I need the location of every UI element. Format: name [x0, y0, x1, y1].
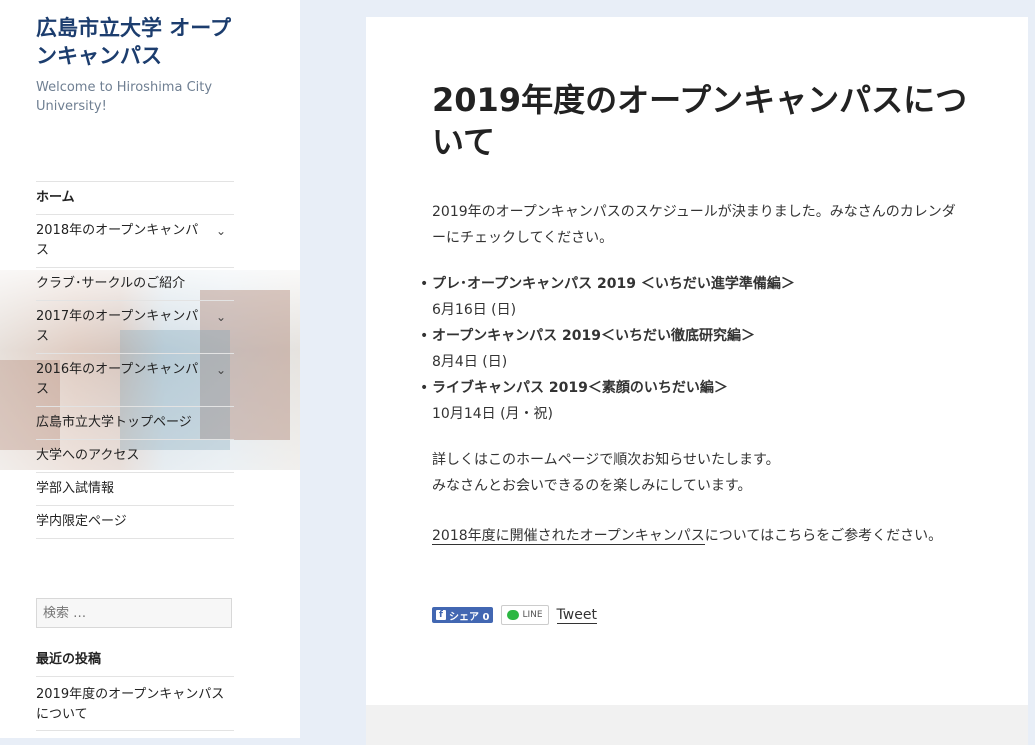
search-input[interactable] — [36, 598, 232, 628]
nav-item-label: 広島市立大学トップページ — [36, 415, 192, 430]
notice-line-1: 詳しくはこのホームページで順次お知らせいたします。 — [432, 452, 780, 468]
list-item: • オープンキャンパス 2019＜いちだい徹底研究編＞ 8月4日 (日) — [420, 323, 962, 375]
facebook-icon: f — [436, 610, 446, 620]
event-date: 10月14日 (月・祝) — [432, 406, 554, 422]
bullet: • — [420, 276, 429, 292]
main-navigation: ホーム 2018年のオープンキャンパス ⌄ クラブ･サークルのご紹介 2017年… — [36, 181, 234, 539]
nav-item-label: 大学へのアクセス — [36, 448, 140, 463]
event-title: オープンキャンパス 2019＜いちだい徹底研究編＞ — [432, 328, 755, 344]
facebook-share-label: シェア 0 — [449, 611, 490, 623]
nav-item-home[interactable]: ホーム — [36, 182, 234, 215]
chevron-down-icon[interactable]: ⌄ — [216, 360, 226, 380]
nav-item-university-top[interactable]: 広島市立大学トップページ — [36, 407, 234, 440]
event-date: 8月4日 (日) — [432, 354, 508, 370]
nav-item-2016-open-campus[interactable]: 2016年のオープンキャンパス ⌄ — [36, 354, 234, 407]
facebook-share-button[interactable]: f シェア 0 — [432, 607, 494, 623]
nav-item-access[interactable]: 大学へのアクセス — [36, 440, 234, 473]
nav-item-label: 2016年のオープンキャンパス — [36, 362, 199, 397]
site-title[interactable]: 広島市立大学 オープンキャンパス — [36, 14, 236, 70]
nav-item-2018-open-campus[interactable]: 2018年のオープンキャンパス ⌄ — [36, 215, 234, 268]
nav-item-label: 2017年のオープンキャンパス — [36, 309, 199, 344]
nav-item-label: 学部入試情報 — [36, 481, 115, 496]
nav-item-2017-open-campus[interactable]: 2017年のオープンキャンパス ⌄ — [36, 301, 234, 354]
reference-paragraph: 2018年度に開催されたオープンキャンパスについてはこちらをご参考ください。 — [432, 523, 962, 549]
nav-item-label: 学内限定ページ — [36, 514, 127, 529]
event-list: • プレ･オープンキャンパス 2019 ＜いちだい進学準備編＞ 6月16日 (日… — [420, 271, 962, 427]
event-title: ライブキャンパス 2019＜素顔のいちだい編＞ — [432, 380, 728, 396]
nav-item-label: ホーム — [36, 190, 75, 205]
page-title: 2019年度のオープンキャンパスについて — [432, 81, 968, 161]
article-content: 2019年のオープンキャンパスのスケジュールが決まりました。みなさんのカレンダー… — [420, 199, 962, 549]
line-icon — [507, 610, 520, 620]
chevron-down-icon[interactable]: ⌄ — [216, 221, 226, 241]
bullet: • — [420, 380, 429, 396]
bullet: • — [420, 328, 429, 344]
event-date: 6月16日 (日) — [432, 302, 517, 318]
tweet-link[interactable]: Tweet — [556, 607, 597, 624]
site-description: Welcome to Hiroshima City University! — [36, 80, 213, 114]
line-share-label: LINE — [522, 610, 543, 620]
intro-paragraph: 2019年のオープンキャンパスのスケジュールが決まりました。みなさんのカレンダー… — [432, 204, 956, 246]
article-footer — [366, 705, 1028, 745]
line-share-button[interactable]: LINE — [501, 605, 549, 625]
nav-item-clubs[interactable]: クラブ･サークルのご紹介 — [36, 268, 234, 301]
article: 2019年度のオープンキャンパスについて 2019年のオープンキャンパスのスケジ… — [366, 17, 1028, 705]
nav-item-admissions[interactable]: 学部入試情報 — [36, 473, 234, 506]
sidebar: 広島市立大学 オープンキャンパス Welcome to Hiroshima Ci… — [0, 0, 300, 738]
chevron-down-icon[interactable]: ⌄ — [216, 307, 226, 327]
reference-suffix: についてはこちらをご参考ください。 — [704, 528, 943, 544]
list-item: • プレ･オープンキャンパス 2019 ＜いちだい進学準備編＞ 6月16日 (日… — [420, 271, 962, 323]
share-buttons: f シェア 0 LINE Tweet — [432, 603, 597, 627]
nav-item-label: 2018年のオープンキャンパス — [36, 223, 199, 258]
list-item: • ライブキャンパス 2019＜素顔のいちだい編＞ 10月14日 (月・祝) — [420, 375, 962, 427]
nav-item-internal[interactable]: 学内限定ページ — [36, 506, 234, 539]
nav-item-label: クラブ･サークルのご紹介 — [36, 276, 186, 291]
recent-posts-list: 2019年度のオープンキャンパスについて — [36, 676, 234, 731]
recent-posts-heading: 最近の投稿 — [36, 652, 102, 667]
recent-post-link[interactable]: 2019年度のオープンキャンパスについて — [36, 677, 234, 731]
notice-line-2: みなさんとお会いできるのを楽しみにしています。 — [432, 478, 752, 494]
open-campus-2018-link[interactable]: 2018年度に開催されたオープンキャンパス — [432, 528, 705, 545]
event-title: プレ･オープンキャンパス 2019 ＜いちだい進学準備編＞ — [432, 276, 795, 292]
